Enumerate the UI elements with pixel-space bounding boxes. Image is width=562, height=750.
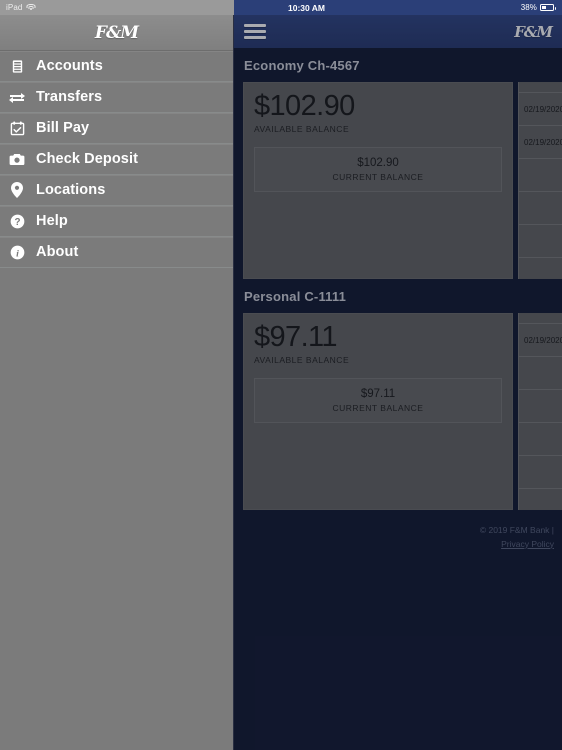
transfer-arrows-icon: [9, 89, 25, 105]
account-row: $97.11 AVAILABLE BALANCE $97.11 CURRENT …: [234, 313, 562, 510]
transaction-row[interactable]: [519, 225, 562, 258]
svg-text:i: i: [16, 248, 19, 259]
sidebar-item-label: Bill Pay: [36, 120, 90, 136]
sidebar-item-label: Check Deposit: [36, 151, 139, 167]
question-circle-icon: ?: [9, 213, 25, 229]
navbar-logo: F&M: [514, 22, 553, 41]
transaction-row[interactable]: [519, 456, 562, 489]
camera-icon: [9, 151, 25, 167]
available-balance-amount: $102.90: [254, 90, 355, 122]
footer: © 2019 F&M Bank | Privacy Policy: [234, 510, 562, 551]
current-balance-label: CURRENT BALANCE: [332, 172, 424, 183]
sidebar-item-label: Accounts: [36, 58, 103, 74]
sidebar-item-label: Locations: [36, 182, 106, 198]
battery-percent-label: 38%: [520, 3, 537, 12]
battery-indicator: 38%: [520, 3, 556, 12]
account-row: $102.90 AVAILABLE BALANCE $102.90 CURREN…: [234, 82, 562, 279]
status-bar-time: 10:30 AM: [288, 2, 326, 13]
transaction-row[interactable]: 02/19/2020: [519, 93, 562, 126]
main-content: F&M Economy Ch-4567 $102.90 AVAILABLE BA…: [234, 15, 562, 750]
transaction-row[interactable]: [519, 192, 562, 225]
status-bar-left: iPad: [0, 0, 234, 15]
transaction-row[interactable]: [519, 258, 562, 279]
available-balance-label: AVAILABLE BALANCE: [254, 355, 350, 366]
transaction-row-header: [519, 82, 562, 93]
sidebar-drawer: F&M Accounts Transfers Bill Pay Check De…: [0, 15, 234, 750]
available-balance-amount: $97.11: [254, 321, 338, 353]
balance-card[interactable]: $102.90 AVAILABLE BALANCE $102.90 CURREN…: [243, 82, 513, 279]
calendar-check-icon: [9, 120, 25, 136]
svg-text:?: ?: [14, 217, 20, 228]
app-navbar: F&M: [234, 15, 562, 48]
transaction-row[interactable]: 02/19/2020: [519, 324, 562, 357]
accounts-stack-icon: [9, 58, 25, 74]
battery-icon: [540, 4, 556, 11]
current-balance-box: $97.11 CURRENT BALANCE: [254, 378, 502, 424]
device-label: iPad: [6, 3, 23, 12]
transaction-row-header: [519, 313, 562, 324]
sidebar-item-label: Help: [36, 213, 68, 229]
transaction-row[interactable]: [519, 357, 562, 390]
map-pin-icon: [9, 182, 25, 198]
sidebar-item-about[interactable]: i About: [0, 237, 233, 268]
transaction-panel[interactable]: 02/19/2020: [518, 313, 562, 510]
hamburger-menu-icon[interactable]: [244, 24, 266, 40]
sidebar-item-label: Transfers: [36, 89, 103, 105]
account-title: Economy Ch-4567: [244, 58, 360, 73]
current-balance-amount: $102.90: [357, 157, 399, 170]
current-balance-box: $102.90 CURRENT BALANCE: [254, 147, 502, 193]
available-balance-label: AVAILABLE BALANCE: [254, 124, 350, 135]
account-section: Economy Ch-4567 $102.90 AVAILABLE BALANC…: [234, 48, 562, 279]
sidebar-item-transfers[interactable]: Transfers: [0, 82, 233, 113]
transaction-row[interactable]: [519, 423, 562, 456]
sidebar-logo: F&M: [94, 22, 139, 43]
current-balance-label: CURRENT BALANCE: [332, 403, 424, 414]
transaction-row[interactable]: 02/19/2020: [519, 126, 562, 159]
ios-status-bar: iPad 10:30 AM 38%: [0, 0, 562, 15]
info-circle-icon: i: [9, 244, 25, 260]
privacy-policy-link[interactable]: Privacy Policy: [234, 538, 554, 552]
sidebar-header: F&M: [0, 15, 233, 51]
account-section: Personal C-1111 $97.11 AVAILABLE BALANCE…: [234, 279, 562, 510]
copyright-text: © 2019 F&M Bank |: [479, 525, 554, 535]
transaction-row[interactable]: [519, 159, 562, 192]
account-title: Personal C-1111: [244, 289, 347, 304]
transaction-panel[interactable]: 02/19/2020 02/19/2020: [518, 82, 562, 279]
sidebar-item-check-deposit[interactable]: Check Deposit: [0, 144, 233, 175]
current-balance-amount: $97.11: [360, 388, 396, 401]
sidebar-item-accounts[interactable]: Accounts: [0, 51, 233, 82]
transaction-row[interactable]: [519, 489, 562, 510]
sidebar-item-label: About: [36, 244, 79, 260]
sidebar-item-help[interactable]: ? Help: [0, 206, 233, 237]
balance-card[interactable]: $97.11 AVAILABLE BALANCE $97.11 CURRENT …: [243, 313, 513, 510]
sidebar-item-locations[interactable]: Locations: [0, 175, 233, 206]
status-bar-right: 10:30 AM 38%: [234, 0, 562, 15]
wifi-icon: [26, 4, 36, 11]
transaction-row[interactable]: [519, 390, 562, 423]
sidebar-item-bill-pay[interactable]: Bill Pay: [0, 113, 233, 144]
